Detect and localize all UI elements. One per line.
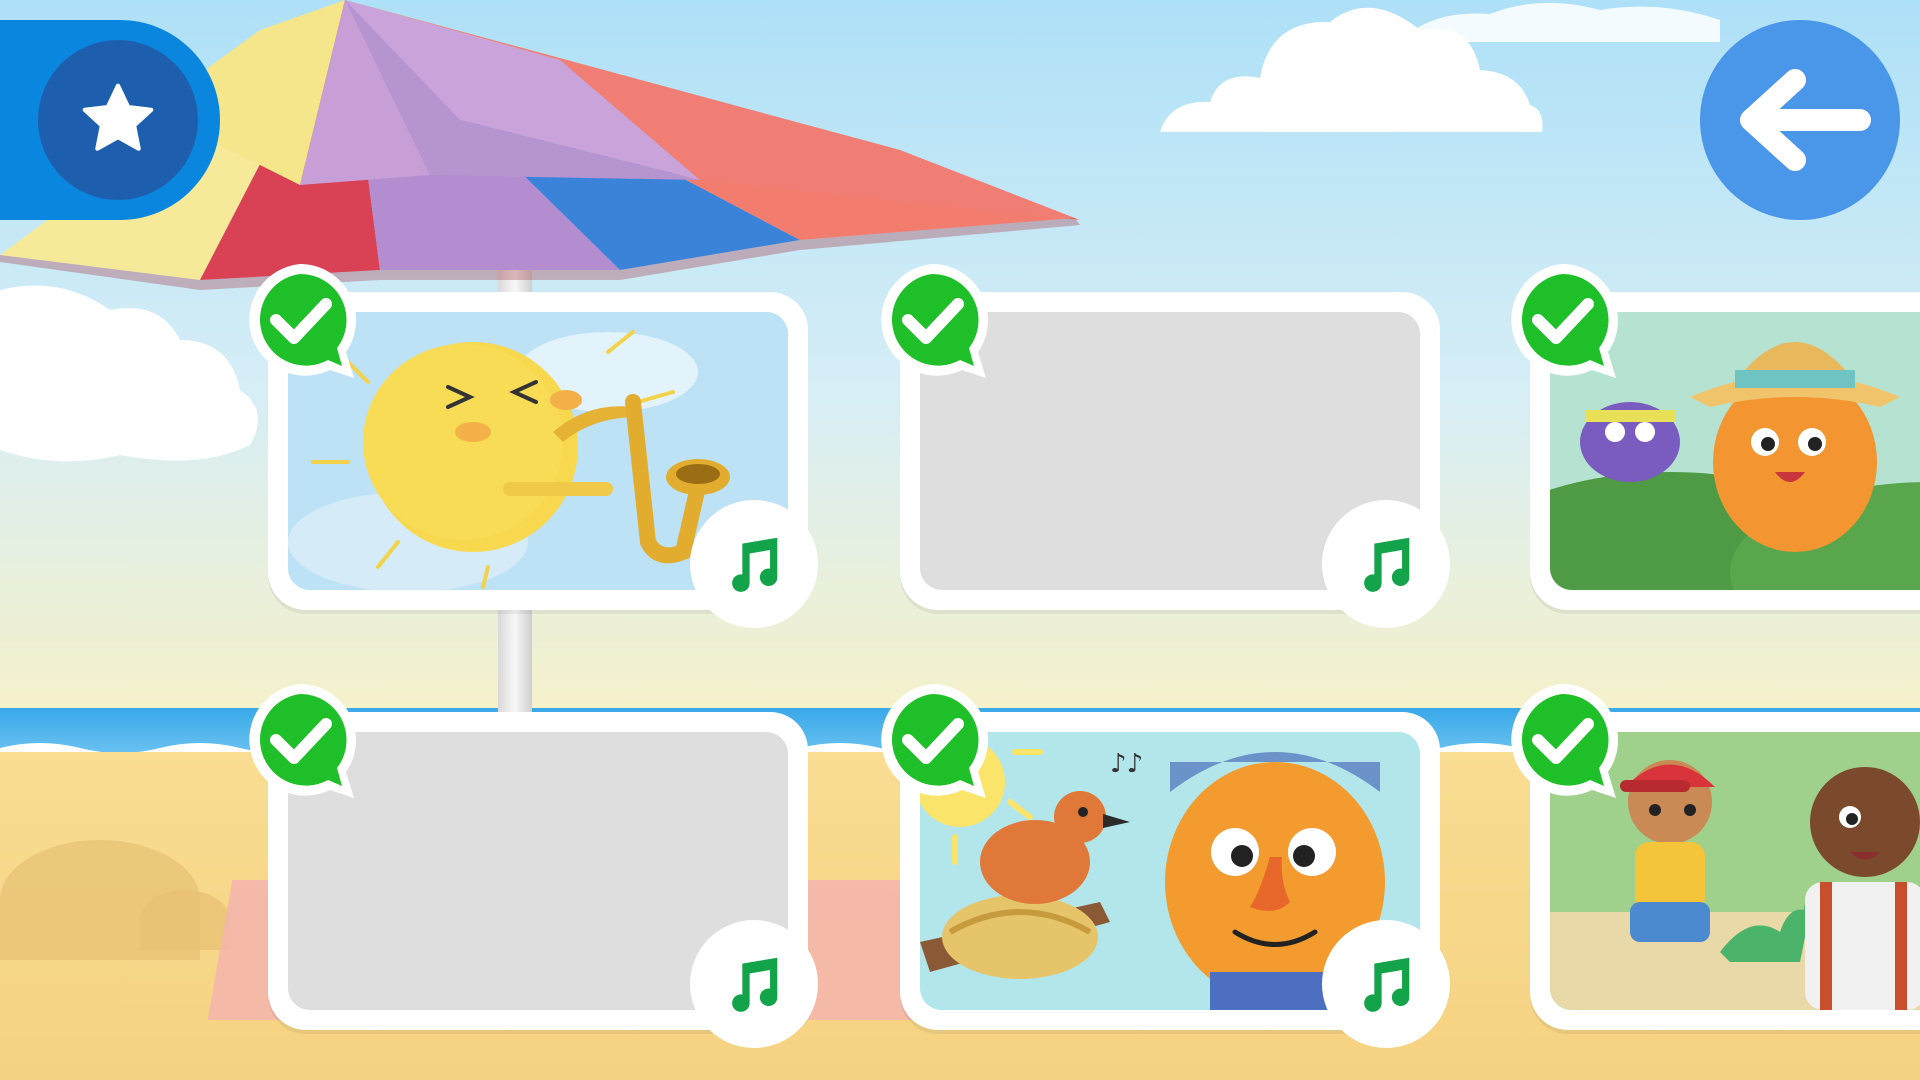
completed-check-icon [249,684,357,798]
song-type-badge [1322,500,1450,628]
svg-text:♪♪: ♪♪ [1110,749,1143,779]
star-icon [82,83,154,151]
cloud-far-right [1400,2,1720,42]
music-note-icon [1364,537,1410,592]
completed-check-icon [881,263,989,378]
cloud-left [0,285,258,462]
song-card[interactable] [249,684,818,1048]
completed-check-icon [881,684,989,798]
song-card[interactable] [249,263,818,628]
song-card[interactable] [1511,684,1920,1030]
music-note-icon [732,537,778,592]
song-card[interactable]: ♪♪ [881,684,1450,1048]
completed-check-icon [1511,263,1619,378]
back-button[interactable] [1700,20,1900,220]
song-type-badge [690,920,818,1048]
completed-check-icon [1511,684,1619,798]
song-type-badge [690,500,818,628]
favorites-button[interactable] [0,20,220,220]
arrow-left-icon [1740,69,1871,171]
music-note-icon [1364,957,1410,1012]
song-card[interactable] [1511,263,1920,610]
sand-dune [140,890,230,950]
completed-check-icon [249,263,357,378]
song-card[interactable] [881,263,1450,628]
song-gallery-screen: ♪♪ [0,0,1920,1080]
song-type-badge [1322,920,1450,1048]
music-note-icon [732,957,778,1012]
favorites-circle [38,40,198,200]
